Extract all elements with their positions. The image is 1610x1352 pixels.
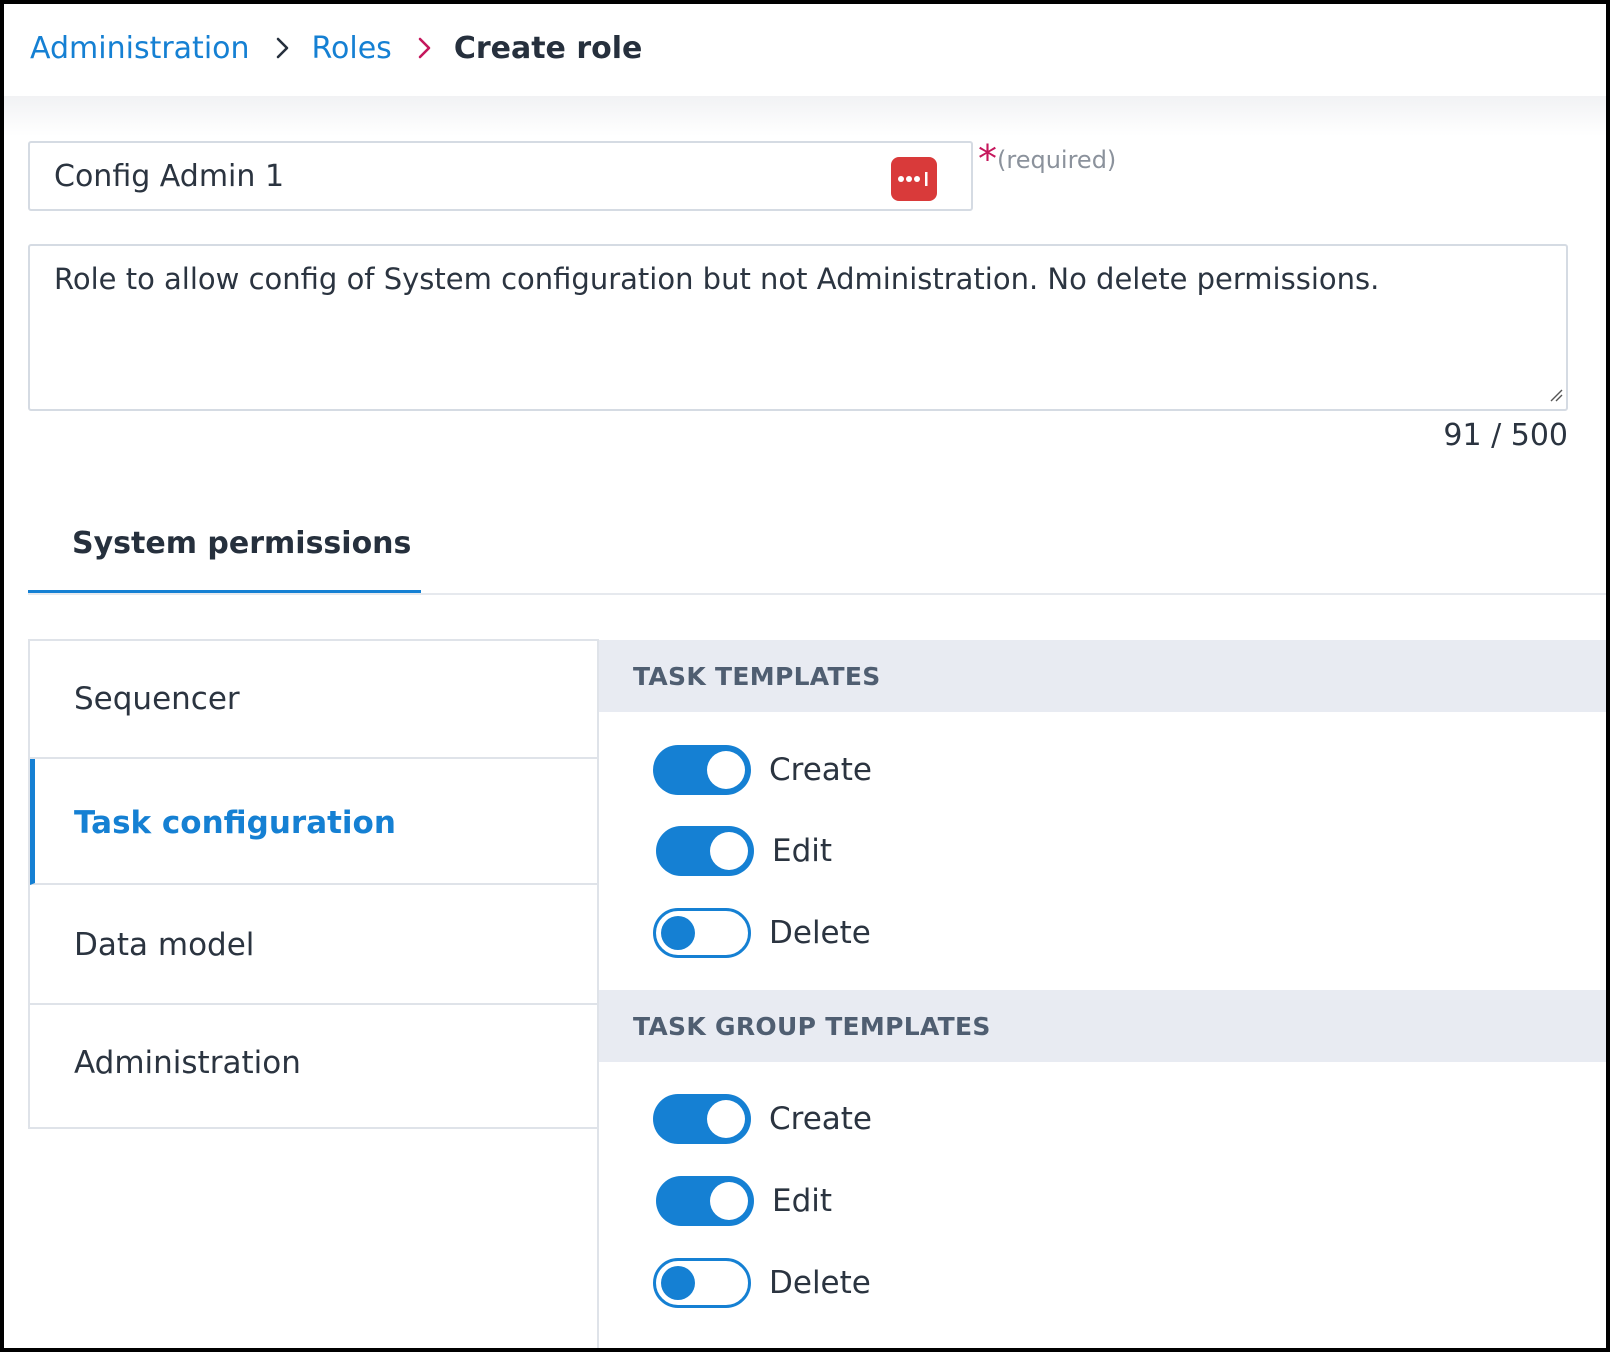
resize-handle-icon[interactable]: [1549, 387, 1563, 406]
section-header-task-templates: TASK TEMPLATES: [599, 640, 1606, 712]
role-description-value: Role to allow config of System configura…: [54, 262, 1380, 296]
permission-task-templates-edit: Edit: [656, 826, 832, 876]
tab-divider: [28, 593, 1606, 595]
password-manager-icon[interactable]: [891, 157, 937, 201]
toggle-switch[interactable]: [653, 1094, 751, 1144]
required-indicator: * (required): [978, 140, 1116, 178]
permission-label: Edit: [772, 833, 833, 869]
toggle-switch[interactable]: [653, 1258, 751, 1308]
category-label: Task configuration: [74, 805, 396, 841]
section-title: TASK TEMPLATES: [633, 662, 881, 691]
permission-label: Create: [769, 752, 873, 788]
role-name-input[interactable]: Config Admin 1: [28, 141, 973, 211]
breadcrumb-link-administration[interactable]: Administration: [30, 31, 250, 66]
permission-task-templates-delete: Delete: [653, 908, 871, 958]
chevron-right-icon: [418, 37, 432, 59]
category-label: Data model: [74, 927, 255, 963]
header-shadow: [4, 96, 1606, 136]
category-item-administration[interactable]: Administration: [30, 1005, 597, 1127]
category-label: Sequencer: [74, 681, 240, 717]
permission-task-group-templates-delete: Delete: [653, 1258, 871, 1308]
category-label: Administration: [74, 1045, 301, 1081]
toggle-switch[interactable]: [653, 745, 751, 795]
permission-label: Create: [769, 1101, 873, 1137]
tab-label: System permissions: [72, 526, 412, 561]
toggle-switch[interactable]: [656, 826, 754, 876]
category-item-task-configuration[interactable]: Task configuration: [30, 759, 597, 885]
tab-system-permissions[interactable]: System permissions: [28, 510, 421, 595]
permission-label: Delete: [769, 1265, 871, 1301]
permission-label: Delete: [769, 915, 871, 951]
role-description-textarea[interactable]: Role to allow config of System configura…: [28, 244, 1568, 411]
permission-task-templates-create: Create: [653, 745, 872, 795]
toggle-switch[interactable]: [656, 1176, 754, 1226]
character-count: 91 / 500: [1443, 418, 1568, 453]
required-text: (required): [997, 146, 1117, 174]
toggle-switch[interactable]: [653, 908, 751, 958]
category-item-sequencer[interactable]: Sequencer: [30, 641, 597, 759]
breadcrumb-link-roles[interactable]: Roles: [312, 31, 392, 66]
chevron-right-icon: [276, 37, 290, 59]
role-name-value: Config Admin 1: [54, 159, 285, 194]
category-item-data-model[interactable]: Data model: [30, 885, 597, 1005]
page-title: Create role: [453, 30, 643, 66]
permission-task-group-templates-edit: Edit: [656, 1176, 832, 1226]
breadcrumb: Administration Roles Create role: [30, 26, 642, 70]
section-title: TASK GROUP TEMPLATES: [633, 1012, 991, 1041]
permission-task-group-templates-create: Create: [653, 1094, 872, 1144]
permission-label: Edit: [772, 1183, 833, 1219]
required-star: *: [978, 137, 997, 181]
section-header-task-group-templates: TASK GROUP TEMPLATES: [599, 990, 1606, 1062]
permission-category-list: Sequencer Task configuration Data model …: [28, 639, 599, 1129]
